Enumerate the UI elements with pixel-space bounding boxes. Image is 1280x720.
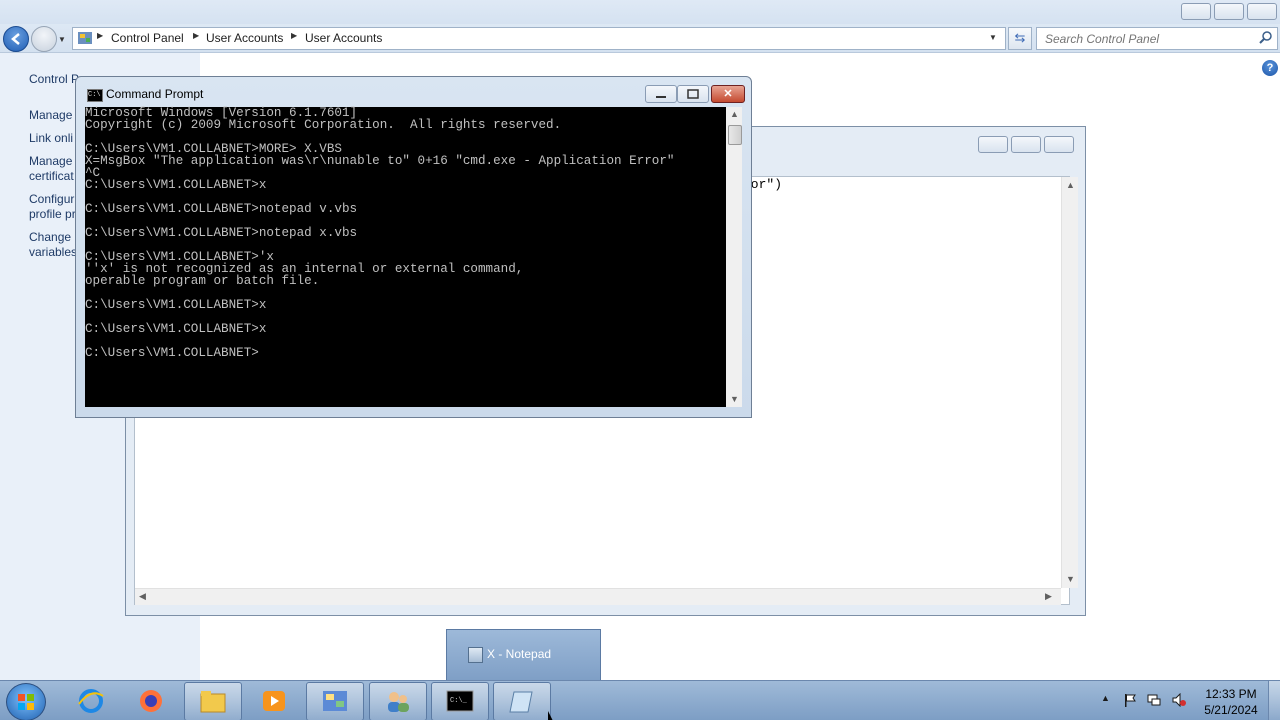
show-hidden-icons-icon[interactable]: ▲ [1101,693,1115,707]
left-link-link-online[interactable]: Link onli [29,131,73,145]
help-icon[interactable]: ? [1262,60,1278,76]
search-icon[interactable] [1259,30,1273,47]
user-accounts-icon [384,688,412,714]
search-box[interactable] [1036,27,1278,50]
taskbar-command-prompt[interactable]: C:\_ [431,682,489,720]
search-input[interactable] [1043,28,1247,49]
cp-close-button[interactable] [1247,3,1277,20]
media-player-icon [260,688,288,714]
console-output[interactable]: Microsoft Windows [Version 6.1.7601] Cop… [85,107,726,407]
network-icon[interactable] [1147,693,1161,707]
back-button[interactable] [3,26,29,52]
internet-explorer-icon [77,688,105,714]
address-bar-row: ▼ ▶ Control Panel ▶ User Accounts ▶ User… [0,24,1280,53]
breadcrumb-user-accounts[interactable]: User Accounts [206,31,283,45]
thumbnail-label[interactable]: X - Notepad [487,647,551,661]
cmd-scroll-thumb[interactable] [728,125,742,145]
start-button[interactable] [6,683,46,720]
control-panel-icon [321,688,349,714]
close-icon: ✕ [723,88,733,100]
taskbar-notepad[interactable] [493,682,551,720]
left-link-manage[interactable]: Manage [29,108,72,122]
taskbar-internet-explorer[interactable] [62,682,120,720]
taskbar: C:\_ ▲ 12:33 PM 5/21/2024 [0,680,1280,720]
left-link-certificates-line2[interactable]: certificat [29,169,74,183]
taskbar-user-accounts[interactable] [369,682,427,720]
breadcrumb-separator-icon: ▶ [97,31,104,40]
notepad-maximize-button[interactable] [1011,136,1041,153]
cp-minimize-button[interactable] [1181,3,1211,20]
scroll-right-icon[interactable]: ▶ [1045,591,1052,602]
cmd-close-button[interactable]: ✕ [711,85,745,103]
scroll-down-icon[interactable]: ▼ [1066,574,1075,584]
taskbar-control-panel[interactable] [306,682,364,720]
cmd-minimize-button[interactable] [645,85,677,103]
notepad-close-button[interactable] [1044,136,1074,153]
action-center-flag-icon[interactable] [1123,693,1137,707]
cmd-vertical-scrollbar[interactable]: ▲ ▼ [726,107,742,407]
taskbar-firefox[interactable] [122,682,180,720]
scroll-down-icon[interactable]: ▼ [730,394,739,404]
address-dropdown-icon[interactable]: ▼ [989,33,997,42]
clock-time: 12:33 PM [1205,687,1257,701]
command-prompt-icon: C:\ [87,89,103,102]
command-prompt-icon: C:\_ [446,688,474,714]
left-link-configure-profile[interactable]: Configur [29,192,74,206]
breadcrumb-control-panel[interactable]: Control Panel [111,31,184,45]
notepad-horizontal-scrollbar[interactable]: ◀ ▶ [135,588,1061,605]
minimize-icon [656,96,666,98]
system-clock[interactable]: 12:33 PM 5/21/2024 [1196,686,1266,718]
notepad-vertical-scrollbar[interactable]: ▲ ▼ [1061,177,1078,588]
console-text: Microsoft Windows [Version 6.1.7601] Cop… [85,106,675,360]
command-prompt-title: Command Prompt [106,87,204,101]
breadcrumb-user-accounts-current[interactable]: User Accounts [305,31,382,45]
clock-date: 5/21/2024 [1204,703,1258,717]
breadcrumb-separator-icon: ▶ [291,31,298,40]
left-link-profile-line2[interactable]: profile pr [29,207,76,221]
cmd-maximize-button[interactable] [677,85,709,103]
notepad-icon [468,647,483,663]
taskbar-media-player[interactable] [245,682,303,720]
left-link-change-variables[interactable]: Change [29,230,71,244]
taskbar-file-explorer[interactable] [184,682,242,720]
cp-maximize-button[interactable] [1214,3,1244,20]
breadcrumb-separator-icon: ▶ [193,31,200,40]
scroll-up-icon[interactable]: ▲ [730,109,739,119]
show-desktop-button[interactable] [1268,681,1280,720]
firefox-icon [137,688,165,714]
windows-logo-icon [18,694,34,710]
notepad-minimize-button[interactable] [978,136,1008,153]
recent-pages-chevron-icon[interactable]: ▼ [58,35,66,44]
back-arrow-icon [11,33,20,45]
left-link-variables-line2[interactable]: variables [29,245,77,259]
notepad-icon [508,688,536,714]
address-box[interactable]: ▶ Control Panel ▶ User Accounts ▶ User A… [72,27,1006,50]
scroll-left-icon[interactable]: ◀ [139,591,146,602]
forward-button[interactable] [31,26,57,52]
command-prompt-window: C:\ Command Prompt ✕ Microsoft Windows [… [75,76,752,418]
control-panel-titlebar [0,0,1280,24]
mouse-cursor-icon [548,711,553,720]
control-panel-icon [77,30,93,46]
file-explorer-icon [199,688,227,714]
left-link-manage-certificates[interactable]: Manage [29,154,72,168]
maximize-icon [687,89,699,99]
scroll-up-icon[interactable]: ▲ [1066,180,1075,190]
volume-muted-icon[interactable] [1172,692,1186,708]
svg-text:C:\_: C:\_ [450,697,468,705]
refresh-button[interactable]: ⇆ [1008,27,1032,50]
